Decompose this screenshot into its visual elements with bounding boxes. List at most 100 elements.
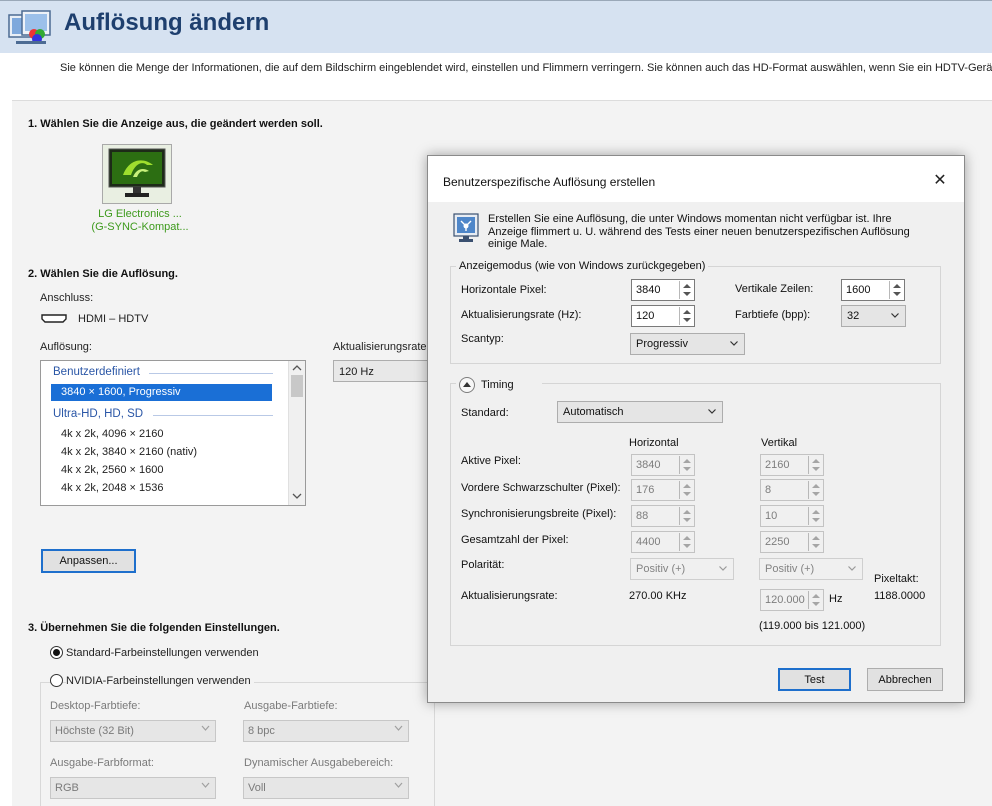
radio-default-colors-label[interactable]: Standard-Farbeinstellungen verwenden: [66, 647, 259, 659]
list-item[interactable]: 4k x 2k, 2560 × 1600: [61, 462, 163, 479]
radio-default-colors[interactable]: [50, 646, 63, 659]
listbox-scrollbar[interactable]: [288, 361, 305, 505]
color-depth-label: Farbtiefe (bpp):: [735, 309, 811, 321]
resolution-listbox[interactable]: Benutzerdefiniert 3840 × 1600, Progressi…: [40, 360, 306, 506]
total-pixels-v-value: 2250: [765, 536, 790, 548]
scan-type-select[interactable]: Progressiv: [630, 333, 745, 355]
polarity-v-select: Positiv (+): [759, 558, 863, 580]
v-lines-stepper[interactable]: [889, 281, 903, 299]
page-title: Auflösung ändern: [64, 9, 270, 36]
front-porch-h-value: 176: [636, 484, 655, 496]
resolution-label: Auflösung:: [40, 341, 92, 353]
list-item[interactable]: 4k x 2k, 2048 × 1536: [61, 480, 163, 497]
active-pixels-h-input: 3840: [631, 454, 695, 476]
refresh-rate-dropdown[interactable]: 120 Hz: [333, 360, 433, 382]
stepper: [808, 481, 822, 499]
chevron-down-icon: [394, 725, 403, 731]
close-icon[interactable]: ✕: [928, 170, 952, 190]
scroll-down-icon[interactable]: [292, 493, 302, 499]
front-porch-v-value: 8: [765, 484, 772, 496]
dynamic-range-select: Voll: [243, 777, 409, 799]
collapse-up-icon[interactable]: [459, 377, 475, 393]
display-name: LG Electronics ... (G-SYNC-Kompat...: [80, 208, 200, 234]
list-item[interactable]: 4k x 2k, 4096 × 2160: [61, 426, 163, 443]
output-color-format-label: Ausgabe-Farbformat:: [50, 757, 154, 769]
polarity-h-value: Positiv (+): [636, 563, 686, 575]
scrollbar-thumb[interactable]: [291, 375, 303, 397]
scroll-up-icon[interactable]: [292, 365, 302, 371]
timing-refresh-label: Aktualisierungsrate:: [461, 590, 558, 602]
timing-legend: Timing: [481, 379, 514, 391]
dynamic-range-label: Dynamischer Ausgabebereich:: [244, 757, 394, 769]
h-pixels-label: Horizontale Pixel:: [461, 284, 547, 296]
chevron-down-icon: [848, 566, 856, 571]
column-horizontal-header: Horizontal: [629, 437, 679, 449]
dialog-info-text: Erstellen Sie eine Auflösung, die unter …: [488, 213, 928, 251]
monitor-info-icon: [453, 213, 479, 242]
standard-select[interactable]: Automatisch: [557, 401, 723, 423]
radio-nvidia-colors-label[interactable]: NVIDIA-Farbeinstellungen verwenden: [66, 675, 254, 687]
sync-width-h-input: 88: [631, 505, 695, 527]
connection-label: Anschluss:: [40, 292, 94, 304]
dialog-titlebar[interactable]: Benutzerspezifische Auflösung erstellen …: [428, 156, 964, 202]
radio-nvidia-colors[interactable]: [50, 674, 63, 687]
connection-value: HDMI – HDTV: [78, 313, 149, 325]
total-pixels-v-input: 2250: [760, 531, 824, 553]
display-selector-tile[interactable]: [102, 144, 172, 204]
timing-refresh-v-value: 120.000: [765, 594, 805, 606]
refresh-rate-hz-input[interactable]: 120: [631, 305, 695, 327]
monitor-icon: [108, 148, 166, 197]
output-color-depth-select: 8 bpc: [243, 720, 409, 742]
stepper: [679, 533, 693, 551]
cancel-button[interactable]: Abbrechen: [867, 668, 943, 691]
stepper: [679, 507, 693, 525]
info-line: Anzeige flimmert u. U. während des Tests…: [488, 225, 910, 238]
stepper: [808, 591, 822, 609]
polarity-label: Polarität:: [461, 559, 505, 571]
chevron-down-icon: [730, 341, 738, 346]
stepper: [808, 507, 822, 525]
sync-width-h-value: 88: [636, 510, 649, 522]
stepper: [808, 456, 822, 474]
output-color-format-value: RGB: [55, 782, 79, 794]
hdmi-connector-icon: [41, 314, 67, 323]
h-pixels-stepper[interactable]: [679, 281, 693, 299]
section-1-title: 1. Wählen Sie die Anzeige aus, die geänd…: [28, 118, 323, 130]
sync-width-v-input: 10: [760, 505, 824, 527]
customize-button[interactable]: Anpassen...: [41, 549, 136, 573]
section-2-title: 2. Wählen Sie die Auflösung.: [28, 268, 178, 280]
v-lines-input[interactable]: 1600: [841, 279, 905, 301]
color-depth-select[interactable]: 32: [841, 305, 906, 327]
page-header: Auflösung ändern: [0, 0, 992, 53]
output-color-depth-label: Ausgabe-Farbtiefe:: [244, 700, 338, 712]
active-pixels-v-value: 2160: [765, 459, 790, 471]
display-name-line-1: LG Electronics ...: [98, 208, 182, 220]
h-pixels-value: 3840: [636, 284, 661, 296]
refresh-rate-value: 120 Hz: [339, 366, 374, 378]
scan-type-value: Progressiv: [636, 338, 688, 350]
desktop-color-depth-select: Höchste (32 Bit): [50, 720, 216, 742]
total-pixels-h-value: 4400: [636, 536, 661, 548]
total-pixels-label: Gesamtzahl der Pixel:: [461, 534, 569, 546]
test-button[interactable]: Test: [778, 668, 851, 691]
active-pixels-label: Aktive Pixel:: [461, 455, 521, 467]
h-pixels-input[interactable]: 3840: [631, 279, 695, 301]
refresh-rate-stepper[interactable]: [679, 307, 693, 325]
polarity-h-select: Positiv (+): [630, 558, 734, 580]
standard-label: Standard:: [461, 407, 509, 419]
list-item-selected[interactable]: 3840 × 1600, Progressiv: [61, 384, 181, 401]
list-group-custom: Benutzerdefiniert: [53, 366, 140, 378]
desktop-color-depth-value: Höchste (32 Bit): [55, 725, 134, 737]
chevron-down-icon: [891, 313, 899, 318]
chevron-down-icon: [201, 725, 210, 731]
list-item[interactable]: 4k x 2k, 3840 × 2160 (nativ): [61, 444, 197, 461]
desktop-color-depth-label: Desktop-Farbtiefe:: [50, 700, 141, 712]
polarity-v-value: Positiv (+): [765, 563, 815, 575]
sync-width-v-value: 10: [765, 510, 778, 522]
chevron-down-icon: [201, 782, 210, 788]
v-lines-label: Vertikale Zeilen:: [735, 283, 814, 295]
refresh-rate-label: Aktualisierungsrate:: [333, 341, 430, 353]
display-name-line-2: (G-SYNC-Kompat...: [91, 221, 189, 233]
list-group-uhd: Ultra-HD, HD, SD: [53, 408, 144, 420]
column-vertical-header: Vertikal: [761, 437, 798, 449]
